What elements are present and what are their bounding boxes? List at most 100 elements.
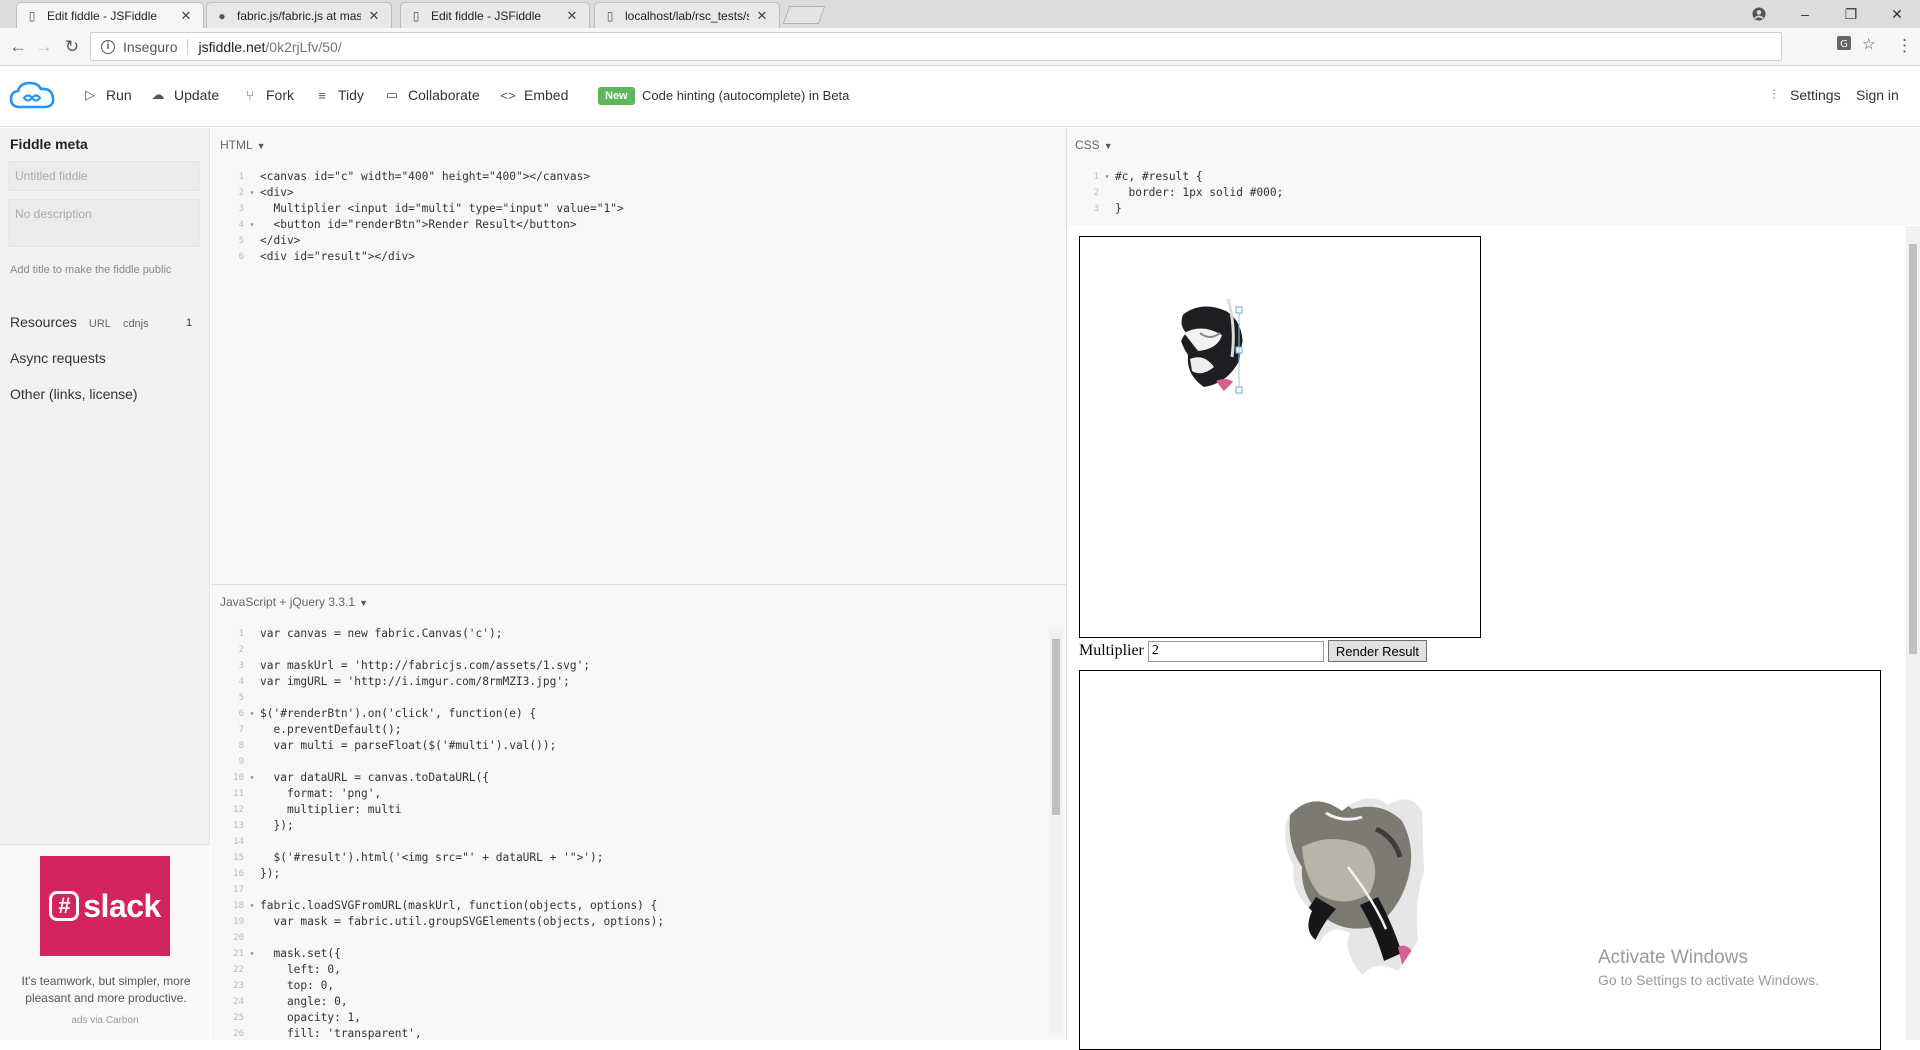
css-editor[interactable]: 1 ▾ #c, #result { 2 border: 1px solid #000… [1081, 169, 1284, 217]
svg-text:G: G [1840, 39, 1848, 50]
js-editor[interactable]: 1 var canvas = new fabric.Canvas('c'); 2 3 v… [226, 626, 664, 1042]
github-icon: ● [218, 8, 226, 23]
css-panel: CSS ▼ 1 ▾ #c, #result { 2 border: 1px solid… [1067, 128, 1920, 225]
page-icon: ▯ [606, 8, 614, 23]
html-editor[interactable]: 1 <canvas id="c" width="400" height="400"… [226, 169, 624, 265]
url-text[interactable]: jsfiddle.net/0k2rjLfv/50/ [198, 39, 341, 55]
multiplier-row: Multiplier Render Result [1079, 640, 1427, 662]
collaborate-button[interactable]: ▭ Collaborate [384, 87, 480, 103]
fabric-canvas[interactable] [1079, 236, 1481, 638]
new-tab-button[interactable] [782, 6, 826, 24]
browser-menu-icon[interactable]: ⋮ [1896, 36, 1913, 56]
close-tab-icon[interactable]: ✕ [755, 8, 769, 24]
other-links-section[interactable]: Other (links, license) [10, 386, 138, 402]
html-panel: HTML ▼ 1 <canvas id="c" width="400" height… [211, 128, 1066, 584]
code-line: 14 [233, 837, 244, 847]
dropdown-arrow-icon: ▼ [256, 141, 266, 151]
update-label: Update [174, 87, 220, 103]
code-line: 25 opacity: 1, [233, 1011, 362, 1024]
reload-icon[interactable]: ↻ [62, 37, 82, 57]
settings-button[interactable]: ⫶ Settings [1766, 87, 1841, 103]
settings-label: Settings [1790, 87, 1841, 103]
security-label[interactable]: Inseguro [123, 39, 177, 55]
css-panel-label[interactable]: CSS ▼ [1075, 138, 1113, 152]
code-line: 2 [238, 645, 244, 655]
ad-copy[interactable]: It's teamwork, but simpler, more pleasan… [14, 973, 198, 1007]
info-icon[interactable]: i [101, 39, 115, 54]
browser-tab[interactable]: ▯ Edit fiddle - JSFiddle ✕ [16, 2, 204, 28]
play-icon: ▷ [85, 87, 95, 102]
bookmark-star-icon[interactable]: ☆ [1862, 35, 1875, 53]
ad-via-carbon[interactable]: ads via Carbon [0, 1015, 210, 1026]
sign-in-label: Sign in [1856, 87, 1899, 103]
result-scrollbar[interactable] [1906, 226, 1920, 1040]
code-line: 16}); [233, 867, 281, 880]
resources-cdnjs-tab[interactable]: cdnjs [123, 318, 149, 330]
close-tab-icon[interactable]: ✕ [179, 8, 193, 24]
async-requests-section[interactable]: Async requests [10, 350, 106, 366]
fiddle-title-input[interactable]: Untitled fiddle [8, 161, 200, 191]
browser-tab[interactable]: ▯ Edit fiddle - JSFiddle ✕ [400, 2, 590, 28]
code-line: 3 var maskUrl = 'http://fabricjs.com/asse… [238, 659, 591, 672]
tidy-label: Tidy [338, 87, 364, 103]
sign-in-link[interactable]: Sign in [1856, 87, 1899, 103]
tidy-lines-icon: ≡ [318, 87, 326, 103]
code-hinting-link[interactable]: Code hinting (autocomplete) in Beta [642, 88, 849, 103]
slack-ad-banner[interactable]: # slack [40, 856, 170, 956]
minimize-icon[interactable]: – [1782, 0, 1828, 28]
close-window-icon[interactable]: ✕ [1874, 0, 1920, 28]
code-line: #c, #result { [1115, 170, 1203, 183]
chat-bubble-icon: ▭ [385, 87, 399, 102]
multiplier-input[interactable] [1147, 640, 1324, 662]
sliders-icon: ⫶ [1772, 87, 1776, 102]
restore-icon[interactable]: ❐ [1828, 0, 1874, 28]
browser-tab[interactable]: ▯ localhost/lab/rsc_tests/sh ✕ [594, 2, 780, 28]
code-line: 5 [238, 693, 244, 703]
code-line: } [1115, 202, 1122, 215]
js-label-text: JavaScript + jQuery 3.3.1 [220, 595, 356, 609]
url-field[interactable]: i Inseguro jsfiddle.net/0k2rjLfv/50/ [90, 32, 1782, 61]
code-brackets-icon: <> [500, 87, 516, 103]
translate-icon[interactable]: G [1836, 35, 1852, 55]
js-scrollbar[interactable] [1049, 627, 1063, 1035]
code-line: <canvas id="c" width="400" height="400">… [260, 170, 591, 183]
resources-section[interactable]: Resources URL cdnjs [10, 314, 149, 330]
code-line: 23 top: 0, [233, 979, 335, 992]
fork-button[interactable]: ⑂ Fork [242, 87, 294, 103]
code-line: 9 [238, 757, 244, 767]
back-icon[interactable]: ← [8, 37, 28, 57]
embed-button[interactable]: <> Embed [500, 87, 568, 103]
update-button[interactable]: ☁ Update [150, 87, 220, 103]
masked-dragon-image[interactable] [1080, 237, 1480, 637]
code-line: 18 ▾ fabric.loadSVGFromURL(maskUrl, functi… [233, 899, 658, 912]
code-line: 6 ▾ $('#renderBtn').on('click', function(e… [238, 707, 537, 720]
code-line: 17 [233, 885, 244, 895]
omnibox-divider [187, 38, 189, 55]
close-tab-icon[interactable]: ✕ [565, 8, 579, 24]
forward-icon[interactable]: → [34, 37, 54, 57]
html-panel-label[interactable]: HTML ▼ [220, 138, 266, 152]
resources-url-tab[interactable]: URL [89, 318, 111, 330]
code-line: 13 }); [233, 819, 294, 832]
fiddle-description-input[interactable]: No description [8, 199, 200, 247]
browser-tab-bar: ▯ Edit fiddle - JSFiddle ✕ ● fabric.js/f… [0, 0, 1920, 28]
panel-divider-horizontal[interactable] [211, 584, 1066, 585]
activate-windows-watermark: Activate Windows Go to Settings to activ… [1598, 947, 1819, 988]
collaborate-label: Collaborate [408, 87, 480, 103]
run-button[interactable]: ▷ Run [82, 87, 132, 103]
js-panel-label[interactable]: JavaScript + jQuery 3.3.1 ▼ [220, 595, 368, 609]
result-scroll-thumb[interactable] [1909, 244, 1917, 654]
js-scroll-thumb[interactable] [1052, 639, 1060, 815]
result-output [1079, 670, 1881, 1050]
close-tab-icon[interactable]: ✕ [367, 8, 381, 24]
code-line: <div id="result"></div> [260, 250, 415, 263]
code-line: Multiplier <input id="multi" type="input… [260, 202, 624, 215]
jsfiddle-logo-icon[interactable] [8, 79, 56, 113]
page-icon: ▯ [412, 8, 420, 23]
browser-tab[interactable]: ● fabric.js/fabric.js at maste ✕ [206, 2, 392, 28]
tidy-button[interactable]: ≡ Tidy [314, 87, 364, 103]
profile-icon[interactable] [1736, 0, 1782, 28]
cloud-upload-icon: ☁ [151, 87, 165, 102]
page-icon: ▯ [28, 8, 36, 23]
render-result-button[interactable]: Render Result [1327, 640, 1427, 662]
